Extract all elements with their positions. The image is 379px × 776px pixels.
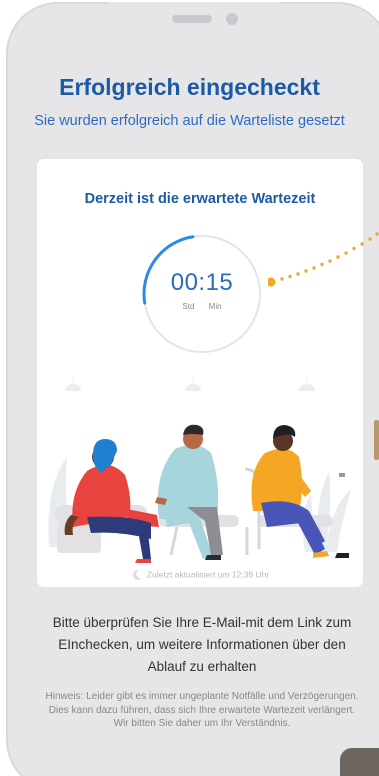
moon-icon <box>132 569 142 580</box>
side-decoration <box>374 420 379 460</box>
timer-units: Std Min <box>141 302 263 311</box>
speaker-grille <box>172 15 212 23</box>
phone-notch <box>108 2 280 42</box>
page-subtitle: Sie wurden erfolgreich auf die Wartelist… <box>34 113 345 129</box>
background-shade <box>340 748 379 776</box>
page-title: Erfolgreich eingecheckt <box>59 74 320 100</box>
timer-value: 00:15 <box>170 269 234 296</box>
last-updated-text: Zuletzt aktualisiert um 12:38 Uhr <box>146 569 270 580</box>
delay-notice: Hinweis: Leider gibt es immer ungeplante… <box>45 691 359 729</box>
email-instructions: Bitte überprüfen Sie Ihre E-Mail-mit dem… <box>52 615 352 674</box>
timer-pointer-line <box>268 232 379 287</box>
timer-unit-minutes: Min <box>208 302 222 311</box>
front-camera <box>226 13 238 25</box>
wait-time-heading: Derzeit ist die erwartete Wartezeit <box>84 191 316 207</box>
waiting-room-illustration <box>48 377 351 563</box>
last-updated: Zuletzt aktualisiert um 12:38 Uhr <box>37 569 363 581</box>
timer-unit-hours: Std <box>182 302 195 311</box>
